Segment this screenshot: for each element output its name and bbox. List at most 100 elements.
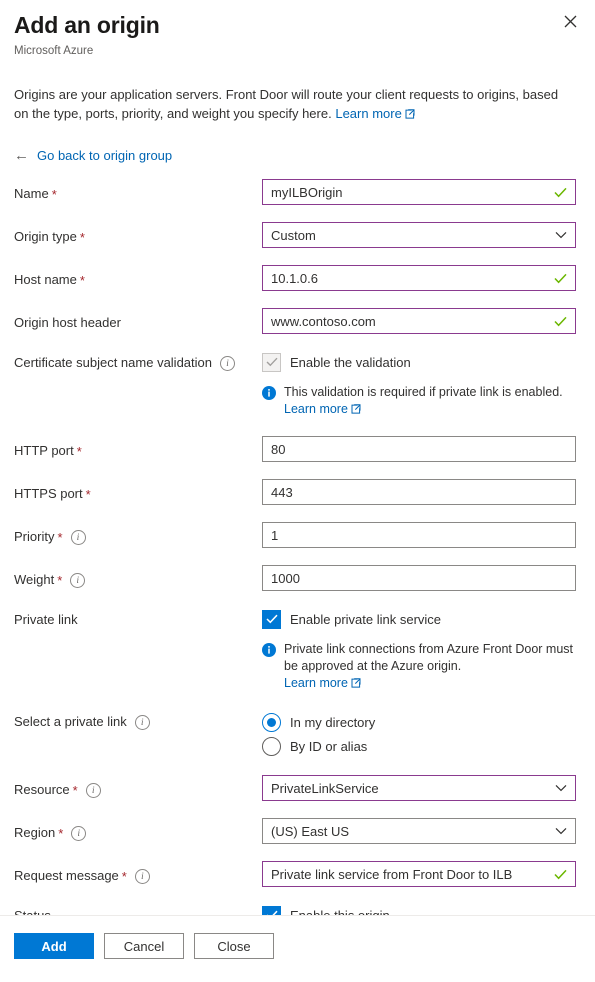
field-row-http-port: HTTP port * 80 [0, 436, 595, 462]
label-http-port-text: HTTP port [14, 443, 74, 458]
origin-type-value: Custom [271, 227, 316, 243]
host-name-input[interactable]: 10.1.0.6 [262, 265, 576, 291]
go-back-to-origin-group-link[interactable]: ← Go back to origin group [14, 148, 172, 163]
add-origin-form: Name * myILBOrigin Origin type * Custom … [0, 179, 595, 926]
info-circle-icon [262, 643, 276, 693]
weight-input[interactable]: 1000 [262, 565, 576, 591]
required-asterisk: * [76, 443, 82, 459]
field-row-https-port: HTTPS port * 443 [0, 479, 595, 505]
priority-input[interactable]: 1 [262, 522, 576, 548]
close-icon[interactable] [557, 8, 583, 34]
info-icon[interactable]: i [70, 572, 86, 588]
info-icon[interactable]: i [134, 868, 150, 884]
cancel-button[interactable]: Cancel [104, 933, 184, 959]
intro-text: Origins are your application servers. Fr… [14, 85, 576, 124]
field-private-link: Enable private link service Private link… [262, 608, 576, 693]
label-select-private-link-text: Select a private link [14, 714, 127, 729]
field-request-message: Private link service from Front Door to … [262, 861, 576, 887]
go-back-label[interactable]: Go back to origin group [37, 148, 172, 163]
field-row-resource: Resource * i PrivateLinkService [0, 775, 595, 801]
cert-validation-checkbox-label: Enable the validation [290, 354, 411, 370]
required-asterisk: * [58, 825, 64, 841]
radio-by-id-or-alias-label: By ID or alias [290, 738, 368, 754]
valid-check-icon [554, 316, 567, 327]
field-host-name: 10.1.0.6 [262, 265, 576, 291]
label-private-link: Private link [14, 608, 262, 629]
field-row-origin-type: Origin type * Custom [0, 222, 595, 248]
label-private-link-text: Private link [14, 612, 78, 627]
radio-in-my-directory-control[interactable] [262, 712, 281, 732]
host-name-value: 10.1.0.6 [271, 270, 318, 286]
field-region: (US) East US [262, 818, 576, 844]
required-asterisk: * [79, 272, 85, 288]
field-origin-host-header: www.contoso.com [262, 308, 576, 334]
private-link-learn-more-link[interactable]: Learn more [284, 676, 348, 690]
field-row-private-link: Private link Enable private link service… [0, 608, 595, 693]
label-https-port-text: HTTPS port [14, 486, 83, 501]
label-weight-text: Weight [14, 572, 55, 587]
valid-check-icon [554, 187, 567, 198]
cert-validation-checkbox-row: Enable the validation [262, 351, 411, 373]
valid-check-icon [554, 869, 567, 880]
chevron-down-icon [555, 231, 567, 239]
label-cert-validation: Certificate subject name validation i [14, 351, 262, 372]
private-link-info-text: Private link connections from Azure Fron… [284, 642, 574, 673]
label-resource: Resource * i [14, 775, 262, 799]
close-button[interactable]: Close [194, 933, 274, 959]
cert-validation-info-body: This validation is required if private l… [284, 384, 563, 419]
cert-validation-info-text: This validation is required if private l… [284, 385, 563, 399]
info-icon[interactable]: i [85, 782, 101, 798]
label-name: Name * [14, 179, 262, 203]
label-name-text: Name [14, 186, 49, 201]
label-http-port: HTTP port * [14, 436, 262, 460]
info-icon[interactable]: i [71, 825, 87, 841]
add-button[interactable]: Add [14, 933, 94, 959]
private-link-info-body: Private link connections from Azure Fron… [284, 641, 576, 693]
required-asterisk: * [85, 486, 91, 502]
field-https-port: 443 [262, 479, 576, 505]
radio-by-id-or-alias[interactable]: By ID or alias [262, 734, 367, 758]
field-origin-type: Custom [262, 222, 576, 248]
origin-type-select[interactable]: Custom [262, 222, 576, 248]
field-row-select-private-link: Select a private link i In my directory … [0, 710, 595, 758]
field-row-weight: Weight * i 1000 [0, 565, 595, 591]
radio-in-my-directory[interactable]: In my directory [262, 710, 375, 734]
cert-validation-learn-more-link[interactable]: Learn more [284, 402, 348, 416]
resource-select[interactable]: PrivateLinkService [262, 775, 576, 801]
info-icon[interactable]: i [134, 714, 150, 730]
field-name: myILBOrigin [262, 179, 576, 205]
label-host-name: Host name * [14, 265, 262, 289]
private-link-checkbox-row[interactable]: Enable private link service [262, 608, 441, 630]
field-select-private-link: In my directory By ID or alias [262, 710, 576, 758]
https-port-input[interactable]: 443 [262, 479, 576, 505]
radio-in-my-directory-label: In my directory [290, 714, 376, 730]
http-port-input[interactable]: 80 [262, 436, 576, 462]
arrow-left-icon: ← [14, 147, 29, 164]
field-row-name: Name * myILBOrigin [0, 179, 595, 205]
required-asterisk: * [57, 572, 63, 588]
name-input-value: myILBOrigin [271, 184, 343, 200]
chevron-down-icon [555, 784, 567, 792]
request-message-input[interactable]: Private link service from Front Door to … [262, 861, 576, 887]
field-cert-validation: Enable the validation This validation is… [262, 351, 576, 419]
private-link-checkbox-label: Enable private link service [290, 611, 442, 627]
private-link-checkbox[interactable] [262, 609, 281, 629]
required-asterisk: * [51, 186, 57, 202]
required-asterisk: * [121, 868, 127, 884]
name-input[interactable]: myILBOrigin [262, 179, 576, 205]
external-link-icon [351, 676, 361, 693]
radio-by-id-or-alias-control[interactable] [262, 736, 281, 756]
label-origin-type-text: Origin type [14, 229, 77, 244]
info-icon[interactable]: i [70, 529, 86, 545]
info-circle-icon [262, 386, 276, 419]
cert-validation-info-message: This validation is required if private l… [262, 384, 576, 419]
panel-header: Add an origin Microsoft Azure [0, 0, 595, 59]
field-row-cert-validation: Certificate subject name validation i En… [0, 351, 595, 419]
label-region: Region * i [14, 818, 262, 842]
region-select[interactable]: (US) East US [262, 818, 576, 844]
label-cert-validation-text: Certificate subject name validation [14, 355, 212, 370]
info-icon[interactable]: i [220, 355, 235, 371]
intro-learn-more-link[interactable]: Learn more [335, 106, 401, 121]
origin-host-header-input[interactable]: www.contoso.com [262, 308, 576, 334]
label-request-message-text: Request message [14, 868, 119, 883]
